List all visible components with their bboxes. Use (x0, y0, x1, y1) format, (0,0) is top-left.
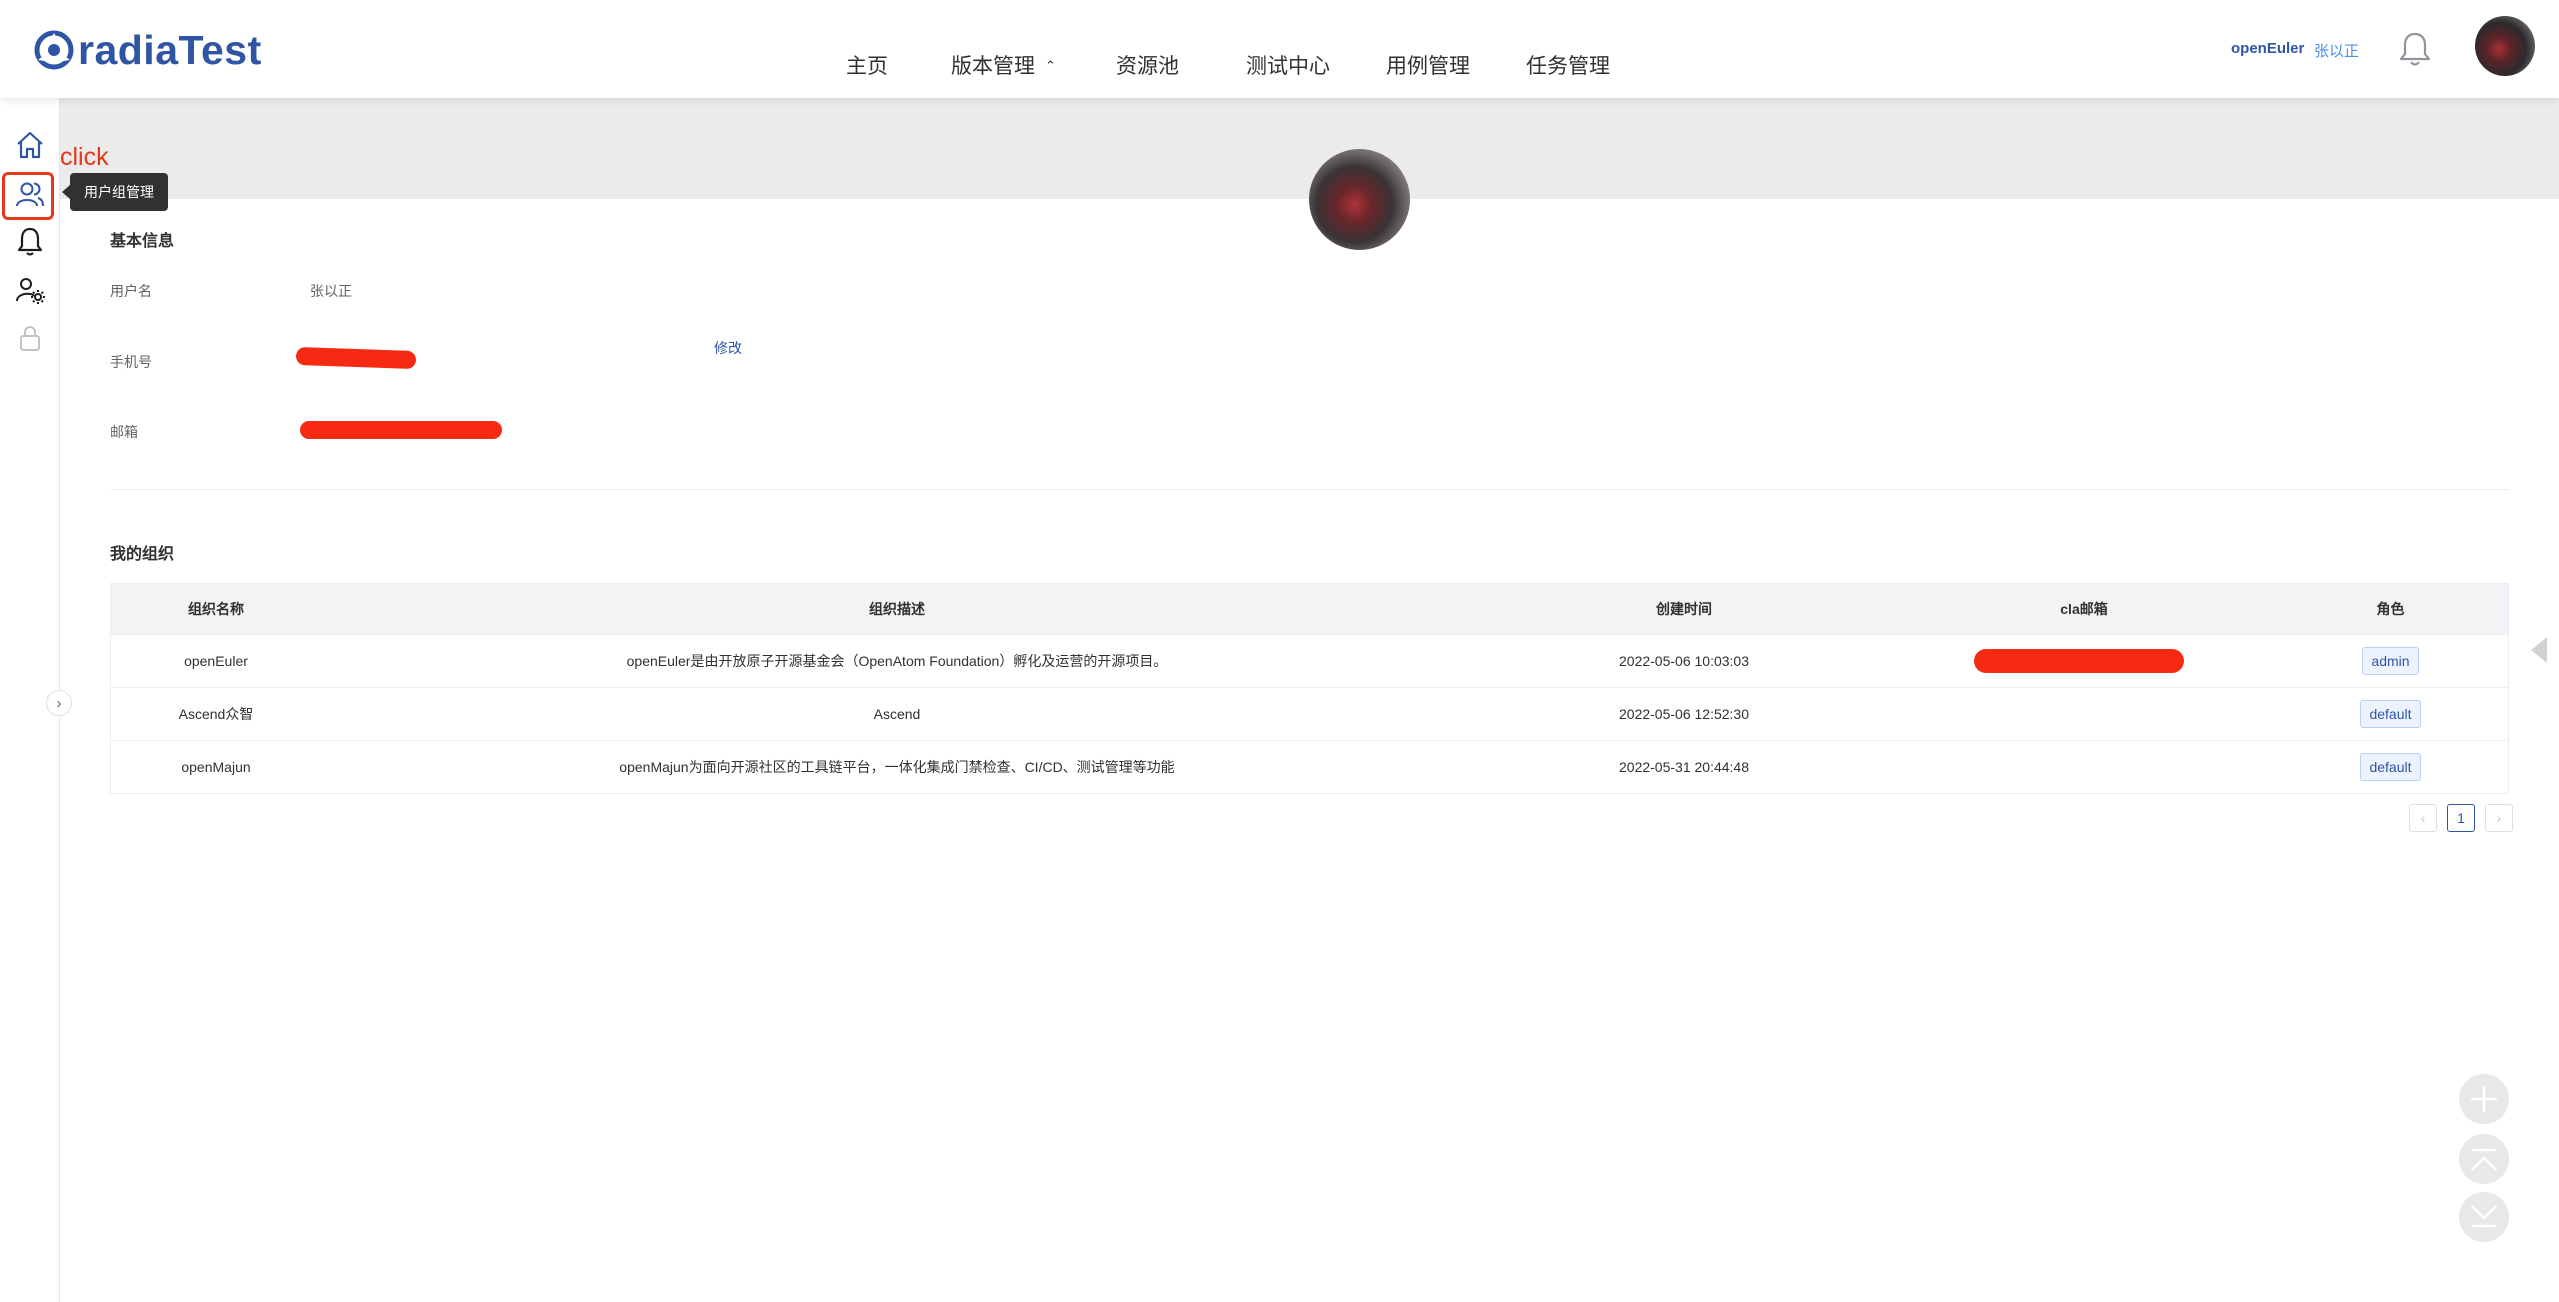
click-highlight-box (2, 172, 54, 220)
username-label: 用户名 (110, 283, 152, 299)
nav-home[interactable]: 主页 (846, 50, 888, 80)
plus-button[interactable] (2459, 1074, 2509, 1124)
org-created: 2022-05-31 20:44:48 (1619, 759, 1749, 775)
edit-button[interactable]: 修改 (714, 338, 742, 358)
role-tag: admin (2362, 647, 2419, 675)
logo-text: radiaTest (78, 26, 262, 73)
nav-label: 版本管理 (951, 55, 1035, 78)
table-row[interactable]: openMajun openMajun为面向开源社区的工具链平台，一体化集成门禁… (111, 741, 2508, 793)
scroll-top-button[interactable] (2459, 1134, 2509, 1184)
org-role: admin (2273, 635, 2508, 687)
home-icon[interactable] (15, 130, 45, 160)
org-name: openMajun (181, 759, 251, 775)
collapse-arrow-icon[interactable] (2531, 637, 2547, 663)
scroll-bottom-button[interactable] (2459, 1192, 2509, 1242)
user-settings-icon[interactable] (15, 275, 45, 305)
nav-case-management[interactable]: 用例管理 (1386, 50, 1470, 80)
pagination: ‹ 1 › (2409, 804, 2513, 832)
nav-version-management[interactable]: 版本管理 ⌃ (951, 50, 1056, 80)
column-header: 组织描述 (869, 601, 925, 617)
sidebar-expand-button[interactable]: › (46, 690, 72, 716)
nav-label: 资源池 (1116, 55, 1179, 78)
my-orgs-title: 我的组织 (110, 546, 175, 563)
bell-icon[interactable] (2398, 30, 2432, 68)
cla-redaction (1974, 649, 2184, 673)
org-created: 2022-05-06 10:03:03 (1619, 653, 1749, 669)
caret-up-icon: ⌃ (1045, 58, 1056, 73)
logo[interactable]: radiaTest (34, 22, 262, 78)
role-tag: default (2360, 753, 2421, 781)
org-cla (1895, 688, 2273, 740)
role-tag: default (2360, 700, 2421, 728)
logo-icon (34, 30, 74, 70)
column-header: 创建时间 (1656, 601, 1712, 617)
org-cla (1895, 741, 2273, 793)
org-role: default (2273, 688, 2508, 740)
org-cla (1895, 635, 2273, 687)
nav-label: 测试中心 (1246, 55, 1330, 78)
bell-icon[interactable] (15, 226, 45, 256)
nav-task-management[interactable]: 任务管理 (1526, 50, 1610, 80)
prev-page-button[interactable]: ‹ (2409, 804, 2437, 832)
nav-label: 主页 (846, 55, 888, 78)
profile-banner (59, 98, 2559, 199)
org-name: openEuler (184, 653, 248, 669)
org-desc: openMajun为面向开源社区的工具链平台，一体化集成门禁检查、CI/CD、测… (619, 759, 1175, 775)
user-avatar[interactable] (2475, 16, 2535, 76)
column-header: 角色 (2376, 601, 2405, 617)
scroll-top-icon (2471, 1148, 2497, 1171)
page-number[interactable]: 1 (2447, 804, 2475, 832)
table-row[interactable]: openEuler openEuler是由开放原子开源基金会（OpenAtom … (111, 635, 2508, 688)
org-table: 组织名称 组织描述 创建时间 cla邮箱 角色 openEuler openEu… (110, 583, 2509, 794)
column-header: cla邮箱 (2060, 601, 2108, 617)
phone-redaction (295, 346, 417, 370)
table-header: 组织名称 组织描述 创建时间 cla邮箱 角色 (111, 584, 2508, 635)
scroll-bottom-icon (2471, 1205, 2497, 1228)
top-header: radiaTest 主页 版本管理 ⌃ 资源池 测试中心 用例管理 任务管理 op… (0, 0, 2559, 98)
next-page-button[interactable]: › (2485, 804, 2513, 832)
basic-info-title: 基本信息 (110, 233, 175, 250)
nav-label: 用例管理 (1386, 55, 1470, 78)
current-user[interactable]: 张以正 (2314, 40, 2359, 61)
email-redaction (300, 421, 502, 439)
table-row[interactable]: Ascend众智 Ascend 2022-05-06 12:52:30 defa… (111, 688, 2508, 741)
plus-icon (2470, 1085, 2498, 1113)
section-divider (110, 489, 2509, 490)
phone-label: 手机号 (110, 354, 152, 370)
username-value: 张以正 (310, 283, 352, 299)
org-role: default (2273, 741, 2508, 793)
current-org[interactable]: openEuler (2231, 40, 2304, 57)
nav-test-center[interactable]: 测试中心 (1246, 50, 1330, 80)
profile-avatar[interactable] (1309, 149, 1410, 250)
org-desc: openEuler是由开放原子开源基金会（OpenAtom Foundation… (626, 653, 1168, 669)
column-header: 组织名称 (188, 601, 244, 617)
nav-label: 任务管理 (1526, 55, 1610, 78)
lock-icon[interactable] (15, 323, 45, 353)
nav-resource-pool[interactable]: 资源池 (1116, 50, 1179, 80)
email-label: 邮箱 (110, 424, 138, 440)
org-name: Ascend众智 (178, 706, 254, 722)
click-annotation: click (60, 143, 109, 171)
org-created: 2022-05-06 12:52:30 (1619, 706, 1749, 722)
sidebar-tooltip: 用户组管理 (62, 173, 168, 211)
org-desc: Ascend (873, 706, 921, 722)
